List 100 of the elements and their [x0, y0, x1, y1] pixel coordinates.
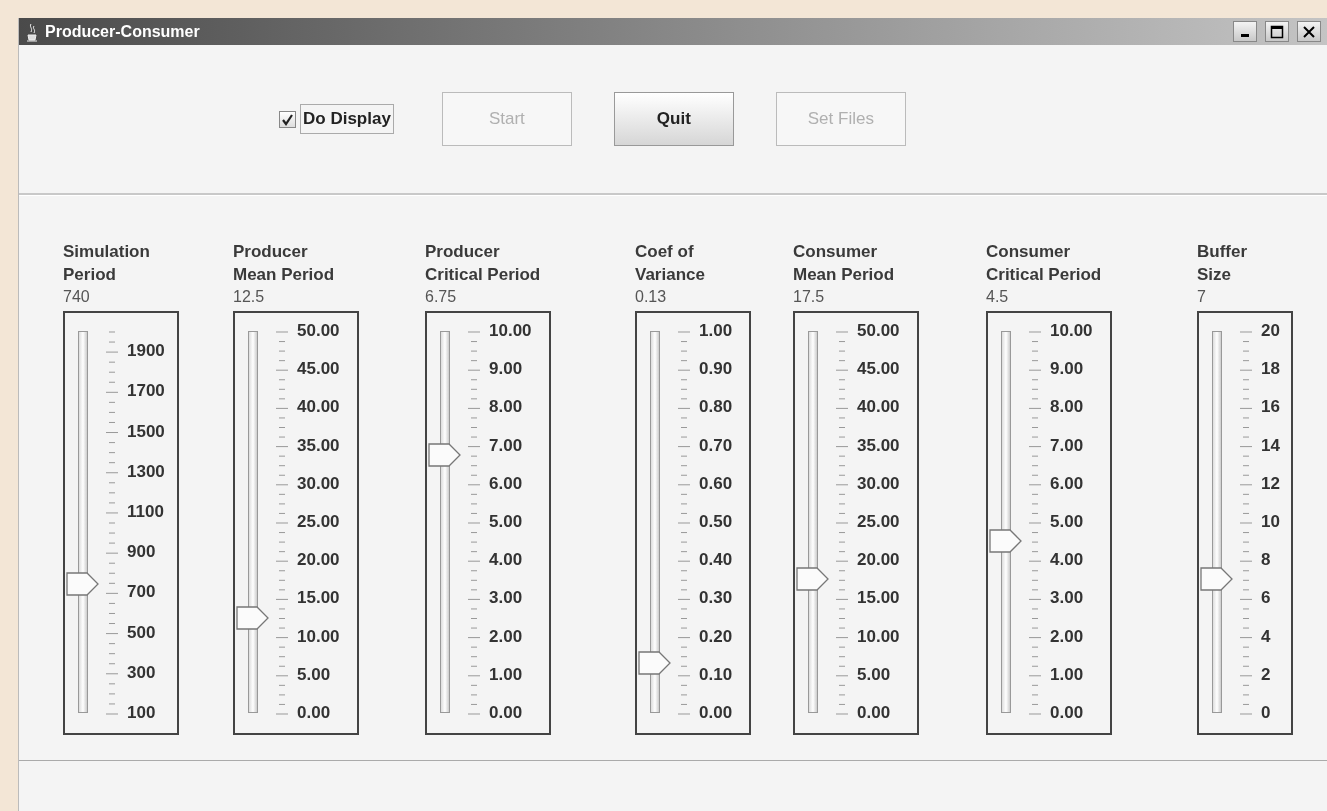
tick-label: 18: [1261, 359, 1280, 380]
slider-label: Producer Critical Period: [425, 241, 541, 286]
tick-label: 5.00: [1050, 512, 1084, 532]
tick-label: 9.00: [1050, 359, 1084, 380]
tick-label: 20: [1261, 321, 1280, 341]
tick-label: 1.00: [699, 321, 733, 341]
slider-label: Consumer Mean Period: [793, 241, 895, 286]
cup-icon: [25, 21, 39, 42]
minimize-button[interactable]: [1233, 21, 1257, 42]
tick-label: 0.50: [699, 512, 733, 532]
tick-label: 35.00: [857, 435, 900, 456]
close-button[interactable]: [1297, 21, 1321, 42]
tick-label: 6.00: [1050, 473, 1084, 494]
tick-label: 7.00: [489, 435, 523, 456]
tick-label: 8: [1261, 550, 1271, 571]
tick-label: 4: [1261, 626, 1271, 647]
slider-thumb[interactable]: [66, 572, 100, 597]
tick-label: 7.00: [1050, 435, 1084, 456]
tick-label: 2: [1261, 664, 1271, 685]
window-title: Producer-Consumer: [45, 22, 200, 41]
tick-label: 5.00: [297, 664, 331, 685]
tick-label: 1300: [127, 461, 165, 482]
tick-label: 500: [127, 622, 156, 643]
tick-label: 40.00: [857, 397, 900, 418]
tick-label: 25.00: [297, 512, 340, 532]
tick-label: 0.00: [699, 703, 733, 723]
tick-label: 0.00: [297, 703, 331, 723]
tick-label: 20.00: [297, 550, 340, 571]
checkbox[interactable]: [279, 110, 296, 128]
tick-label: 2.00: [1050, 626, 1084, 647]
tick-label: 50.00: [297, 321, 340, 341]
tick-label: 0.00: [489, 703, 523, 723]
slider-label: Consumer Critical Period: [986, 241, 1102, 286]
slider-label: Coef of Variance: [635, 241, 705, 286]
maximize-button[interactable]: [1265, 21, 1289, 42]
tick-label: 5.00: [857, 664, 891, 685]
tick-label: 0.60: [699, 473, 733, 494]
tick-label: 0.20: [699, 626, 733, 647]
tick-label: 1900: [127, 341, 165, 362]
tick-label: 30.00: [297, 473, 340, 494]
slider-value: 0.13: [635, 287, 667, 307]
tick-label: 15.00: [857, 588, 900, 609]
close-icon: [1302, 24, 1316, 39]
slider-value: 740: [63, 287, 90, 307]
tick-label: 3.00: [1050, 588, 1084, 609]
tick-label: 0.90: [699, 359, 733, 380]
tick-label: 4.00: [1050, 550, 1084, 571]
slider-label: Buffer Size: [1197, 241, 1248, 286]
slider-thumb[interactable]: [236, 605, 270, 630]
tick-label: 20.00: [857, 550, 900, 571]
slider-value: 7: [1197, 287, 1206, 307]
tick-label: 10: [1261, 512, 1280, 532]
tick-label: 10.00: [857, 626, 900, 647]
tick-label: 700: [127, 582, 156, 603]
tick-label: 10.00: [297, 626, 340, 647]
tick-label: 8.00: [489, 397, 523, 418]
tick-label: 30.00: [857, 473, 900, 494]
slider-label: Simulation Period: [63, 241, 150, 286]
tick-label: 1500: [127, 421, 165, 442]
slider-thumb[interactable]: [638, 651, 672, 676]
minimize-icon: [1241, 34, 1249, 37]
checkbox-label[interactable]: Do Display: [300, 104, 394, 134]
tick-label: 0.30: [699, 588, 733, 609]
slider-label: Producer Mean Period: [233, 241, 335, 286]
tick-label: 0.40: [699, 550, 733, 571]
tick-label: 300: [127, 662, 156, 683]
tick-label: 5.00: [489, 512, 523, 532]
tick-label: 1.00: [489, 664, 523, 685]
slider-thumb[interactable]: [796, 567, 830, 592]
tick-label: 1.00: [1050, 664, 1084, 685]
tick-label: 16: [1261, 397, 1280, 418]
slider-value: 17.5: [793, 287, 825, 307]
slider-thumb[interactable]: [1200, 567, 1234, 592]
tick-label: 9.00: [489, 359, 523, 380]
tick-label: 2.00: [489, 626, 523, 647]
tick-label: 0.80: [699, 397, 733, 418]
tick-label: 40.00: [297, 397, 340, 418]
maximize-icon: [1270, 24, 1284, 39]
tick-label: 0.00: [1050, 703, 1084, 723]
slider-value: 6.75: [425, 287, 457, 307]
tick-label: 3.00: [489, 588, 523, 609]
quit-button[interactable]: Quit: [613, 92, 734, 146]
tick-label: 6.00: [489, 473, 523, 494]
tick-label: 35.00: [297, 435, 340, 456]
tick-label: 25.00: [857, 512, 900, 532]
tick-label: 10.00: [489, 321, 532, 341]
tick-label: 50.00: [857, 321, 900, 341]
tick-label: 45.00: [857, 359, 900, 380]
slider-value: 12.5: [233, 287, 265, 307]
slider-value: 4.5: [986, 287, 1009, 307]
slider-thumb[interactable]: [989, 529, 1023, 554]
tick-label: 1100: [127, 501, 164, 522]
tick-label: 100: [127, 703, 156, 723]
tick-label: 12: [1261, 473, 1280, 494]
tick-label: 8.00: [1050, 397, 1084, 418]
slider-thumb[interactable]: [428, 443, 462, 468]
tick-label: 6: [1261, 588, 1271, 609]
tick-label: 15.00: [297, 588, 340, 609]
tick-label: 900: [127, 542, 156, 563]
tick-label: 4.00: [489, 550, 523, 571]
